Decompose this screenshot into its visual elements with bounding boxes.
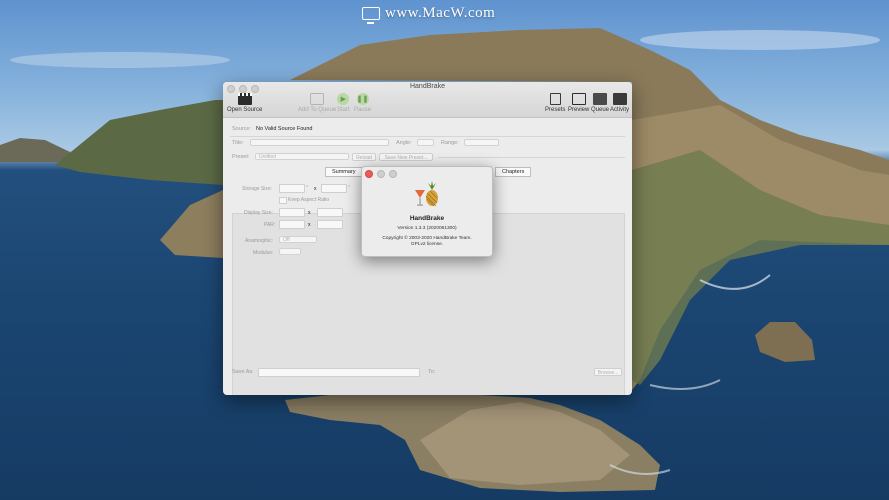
presets-icon [549,93,561,105]
about-zoom-button[interactable] [389,170,397,178]
anamorphic-popup[interactable]: Off [279,236,317,243]
activity-icon [612,93,627,105]
modulus-label: Modulus: [253,250,274,256]
range-popup[interactable] [464,139,499,146]
preview-icon [571,93,586,105]
par-height-field[interactable] [317,220,343,229]
range-label: Range: [441,140,459,146]
par-times: x [308,222,311,228]
monitor-icon [362,6,380,24]
divider [230,136,625,137]
pause-icon: ❚❚ [356,93,369,105]
storage-times: x [314,186,317,192]
to-label: To: [428,369,436,375]
watermark: www.MacW.com [362,3,496,24]
about-version: Version 1.3.3 (2020061300) [397,226,457,231]
presets-button[interactable]: Presets [545,93,565,113]
about-app-name: HandBrake [409,215,445,222]
storage-height-field[interactable] [321,184,347,193]
save-as-field[interactable] [258,368,420,377]
start-label: Start [337,107,350,113]
preset-label: Preset: [232,154,250,160]
storage-height-stepper[interactable]: ⌃ [347,185,351,191]
pause-label: Pause [354,107,372,113]
storage-width-stepper[interactable]: ⌃ [305,185,309,191]
keep-aspect-checkbox[interactable] [279,197,287,204]
save-new-preset-button[interactable]: Save New Preset... [379,153,433,161]
start-button[interactable]: ▶ Start [337,93,350,113]
tab-bar-right: Chapters [495,167,532,177]
title-popup[interactable] [250,139,389,146]
preview-label: Preview [568,107,590,113]
queue-add-icon [310,93,325,105]
handbrake-logo [415,181,438,207]
presets-label: Presets [545,107,566,113]
keep-aspect-label: Keep Aspect Ratio [288,197,330,203]
display-times: x [308,210,311,216]
display-height-field[interactable] [317,208,343,217]
about-minimize-button[interactable] [377,170,385,178]
preset-popup[interactable]: Untitled [255,153,349,160]
source-value: No Valid Source Found [256,126,313,132]
par-width-field[interactable] [279,220,305,229]
about-dialog: HandBrake Version 1.3.3 (2020061300) Cop… [361,166,493,257]
storage-width-field[interactable] [279,184,305,193]
window-title: HandBrake [409,83,446,90]
activity-label: Activity [610,107,630,113]
angle-popup[interactable] [417,139,434,146]
queue-icon [593,93,607,105]
play-icon: ▶ [337,93,350,105]
anamorphic-label: Anamorphic: [245,238,274,244]
source-label: Source: [232,126,251,132]
title-label: Title: [232,140,244,146]
angle-label: Angle: [396,140,412,146]
browse-button[interactable]: Browse... [594,368,622,376]
reload-button[interactable]: Reload [352,153,376,161]
about-copyright-block: Copyright © 2003-2020 HandBrake Team. GP… [362,236,492,248]
watermark-text: www.MacW.com [385,4,496,21]
tab-chapters[interactable]: Chapters [495,167,532,177]
tab-summary[interactable]: Summary [325,167,363,177]
about-close-button[interactable] [365,170,373,178]
add-to-queue-label: Add To Queue [298,107,337,113]
activity-button[interactable]: Activity [610,93,629,113]
save-as-label: Save As: [232,369,254,375]
about-window-controls [365,170,397,178]
display-width-field[interactable] [279,208,305,217]
add-to-queue-button[interactable]: Add To Queue [298,93,336,113]
open-source-button[interactable]: Open Source [227,93,262,113]
divider [438,157,625,158]
queue-button[interactable]: Queue [591,93,609,113]
pause-button[interactable]: ❚❚ Pause [354,93,371,113]
modulus-popup[interactable] [279,248,301,255]
open-source-label: Open Source [227,107,263,113]
queue-label: Queue [591,107,610,113]
tab-bar: Summary [325,167,363,177]
display-size-label: Display Size: [244,210,273,216]
about-license: GPLv2 license. [410,242,444,247]
preview-button[interactable]: Preview [568,93,589,113]
par-label: PAR: [264,222,276,228]
window-titlebar: HandBrake Open Source Add To Queue ▶ Sta… [223,82,632,118]
storage-size-label: Storage Size: [242,186,273,192]
clapperboard-icon [237,93,252,105]
